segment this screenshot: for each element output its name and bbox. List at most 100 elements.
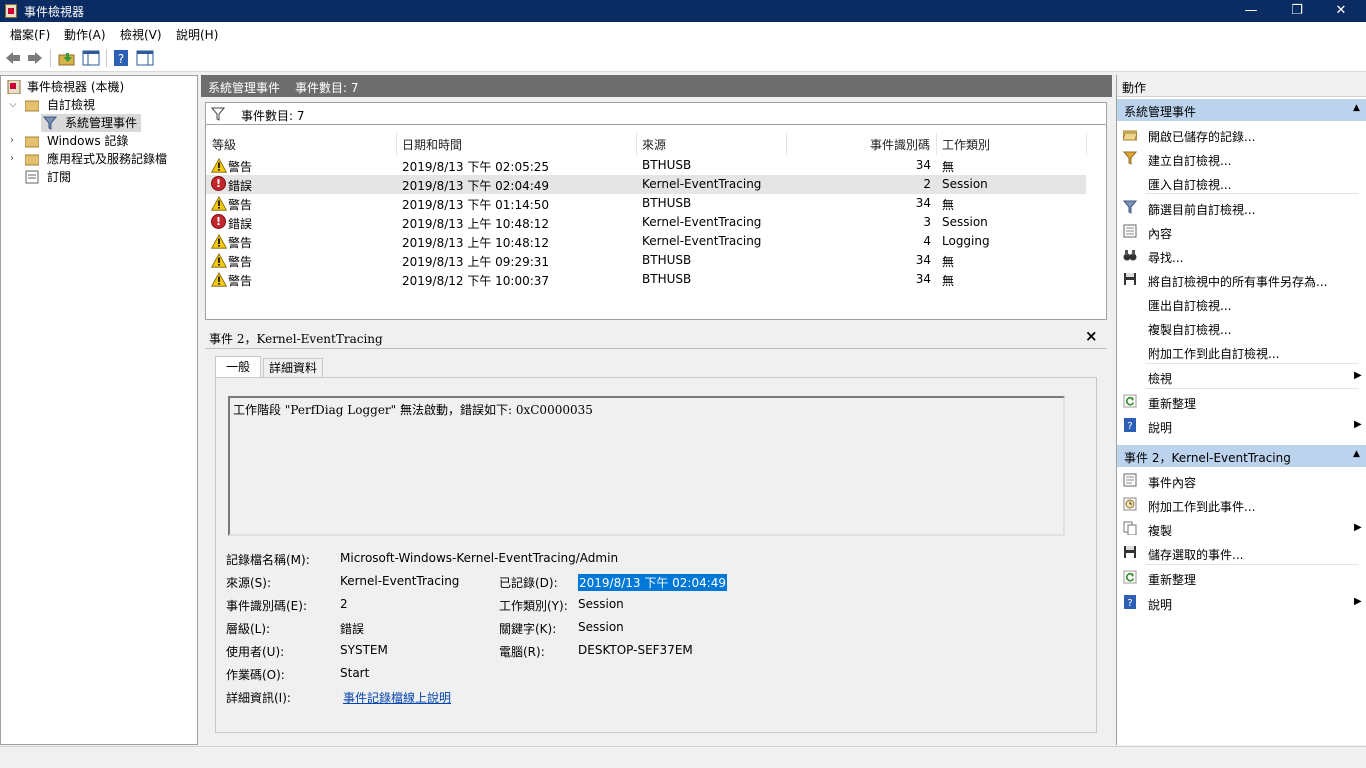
filter-icon [1123,200,1137,214]
column-divider[interactable] [1086,133,1087,155]
menu-view[interactable]: 檢視(V) [120,26,162,43]
minimize-button[interactable]: — [1228,0,1274,22]
tree-item-subscriptions[interactable]: 訂閱 [1,168,197,186]
cell-task-category: 無 [942,160,955,174]
action-attach-task-to-view[interactable]: 附加工作到此自訂檢視... [1117,340,1366,364]
cell-level: 警告 [228,274,253,288]
cell-source: Kernel-EventTracing [642,215,762,229]
actions-section-admin-events[interactable]: 系統管理事件 ▲ [1117,99,1366,121]
logged-value[interactable]: 2019/8/13 下午 02:04:49 [578,574,728,591]
action-find[interactable]: 尋找... [1117,244,1366,268]
table-row[interactable]: 警告 2019/8/12 下午 10:00:37 BTHUSB 34 無 [206,270,1086,289]
action-label: 附加工作到此事件... [1148,500,1256,514]
maximize-button[interactable]: ❐ [1274,0,1320,22]
column-header-event-id[interactable]: 事件識別碼 [870,135,930,155]
event-viewer-app-icon [5,4,17,18]
actions-section-event[interactable]: 事件 2，Kernel-EventTracing ▲ [1117,445,1366,467]
action-label: 尋找... [1148,251,1184,265]
action-filter-custom-view[interactable]: 篩選目前自訂檢視... [1117,196,1366,220]
tab-general[interactable]: 一般 [215,356,261,378]
close-button[interactable]: ✕ [1318,0,1364,22]
show-hide-console-tree-icon[interactable] [82,49,100,67]
action-event-properties[interactable]: 事件內容 [1117,469,1366,493]
properties-icon [1123,224,1137,238]
filter-bar: 事件數目: 7 [205,102,1107,124]
action-export-custom-view[interactable]: 匯出自訂檢視... [1117,292,1366,316]
action-create-custom-view[interactable]: 建立自訂檢視... [1117,147,1366,171]
help-icon[interactable]: ? [112,49,130,67]
action-view[interactable]: 檢視 ▶ [1117,365,1366,389]
cell-datetime: 2019/8/13 下午 02:04:49 [402,179,550,193]
column-header-datetime[interactable]: 日期和時間 [402,135,462,155]
cell-event-id: 34 [915,196,931,210]
action-label: 匯出自訂檢視... [1148,299,1232,313]
action-label: 附加工作到此自訂檢視... [1148,347,1280,361]
collapse-caret-icon[interactable]: ▲ [1353,103,1360,113]
column-header-source[interactable]: 來源 [642,135,666,155]
action-label: 複製自訂檢視... [1148,323,1232,337]
action-properties[interactable]: 內容 [1117,220,1366,244]
expand-chevron-icon[interactable]: › [10,150,14,168]
section-label: 系統管理事件 [1124,105,1197,119]
action-help[interactable]: ? 說明 ▶ [1117,414,1366,438]
collapse-caret-icon[interactable]: ▲ [1353,449,1360,459]
action-label: 說明 [1148,598,1173,612]
table-row[interactable]: 警告 2019/8/13 上午 10:48:12 Kernel-EventTraci… [206,232,1086,251]
opcode-label: 作業碼(O): [226,668,285,682]
keywords-label: 關鍵字(K): [499,622,557,636]
back-arrow-icon[interactable] [4,49,22,67]
subscription-icon [25,170,39,184]
table-row[interactable]: 警告 2019/8/13 上午 09:29:31 BTHUSB 34 無 [206,251,1086,270]
event-message-box[interactable]: 工作階段 "PerfDiag Logger" 無法啟動，錯誤如下: 0xC000… [228,396,1065,536]
action-label: 內容 [1148,227,1173,241]
column-divider[interactable] [936,133,937,155]
action-refresh[interactable]: 重新整理 [1117,390,1366,414]
up-folder-icon[interactable] [58,49,76,67]
blank-icon [1123,175,1137,189]
action-copy[interactable]: 複製 ▶ [1117,517,1366,541]
column-divider[interactable] [636,133,637,155]
action-label: 儲存選取的事件... [1148,548,1244,562]
divider [205,348,1107,349]
tree-item-app-service-logs[interactable]: › 應用程式及服務記錄檔 [1,150,197,168]
column-divider[interactable] [786,133,787,155]
event-viewer-icon [7,80,21,94]
event-log-online-help-link[interactable]: 事件記錄檔線上說明 [343,689,451,706]
show-hide-action-pane-icon[interactable] [136,49,154,67]
cell-source: BTHUSB [642,196,692,210]
menu-help[interactable]: 說明(H) [176,26,218,43]
action-copy-custom-view[interactable]: 複製自訂檢視... [1117,316,1366,340]
tree-item-root[interactable]: 事件檢視器 (本機) [1,78,197,96]
forward-arrow-icon[interactable] [26,49,44,67]
column-header-level[interactable]: 等級 [212,135,236,155]
cell-source: Kernel-EventTracing [642,177,762,191]
menu-action[interactable]: 動作(A) [64,26,106,43]
tree-item-admin-events[interactable]: 系統管理事件 [41,114,141,132]
column-divider[interactable] [396,133,397,155]
cell-event-id: 2 [923,177,931,191]
close-detail-icon[interactable]: × [1085,327,1098,345]
table-row[interactable]: 警告 2019/8/13 下午 01:14:50 BTHUSB 34 無 [206,194,1086,213]
action-import-custom-view[interactable]: 匯入自訂檢視... [1117,171,1366,195]
expand-chevron-icon[interactable]: ⌵ [9,96,17,114]
blank-icon [1123,320,1137,334]
action-help[interactable]: ? 說明 ▶ [1117,591,1366,615]
tree-item-custom-views[interactable]: ⌵ 自訂檢視 [1,96,197,114]
action-attach-task-to-event[interactable]: 附加工作到此事件... [1117,493,1366,517]
action-save-selected-events[interactable]: 儲存選取的事件... [1117,541,1366,565]
column-header-task-category[interactable]: 工作類別 [942,135,990,155]
tree-item-windows-logs[interactable]: › Windows 記錄 [1,132,197,150]
menu-file[interactable]: 檔案(F) [10,26,50,43]
table-row[interactable]: ! 錯誤 2019/8/13 下午 02:04:49 Kernel-EventTrac… [206,175,1086,194]
action-save-all-events-as[interactable]: 將自訂檢視中的所有事件另存為... [1117,268,1366,292]
table-row[interactable]: ! 錯誤 2019/8/13 上午 10:48:12 Kernel-EventTrac… [206,213,1086,232]
cell-event-id: 4 [923,234,931,248]
tab-details[interactable]: 詳細資料 [263,358,323,378]
table-row[interactable]: 警告 2019/8/13 下午 02:05:25 BTHUSB 34 無 [206,156,1086,175]
action-refresh[interactable]: 重新整理 [1117,566,1366,590]
expand-chevron-icon[interactable]: › [10,132,14,150]
cell-level: 錯誤 [228,217,253,231]
action-label: 事件內容 [1148,476,1197,490]
actions-list-event: 事件內容附加工作到此事件... 複製 ▶ 儲存選取的事件... 重新整理? 說明 ▶ [1117,469,1366,619]
action-open-saved-log[interactable]: 開啟已儲存的記錄... [1117,123,1366,147]
